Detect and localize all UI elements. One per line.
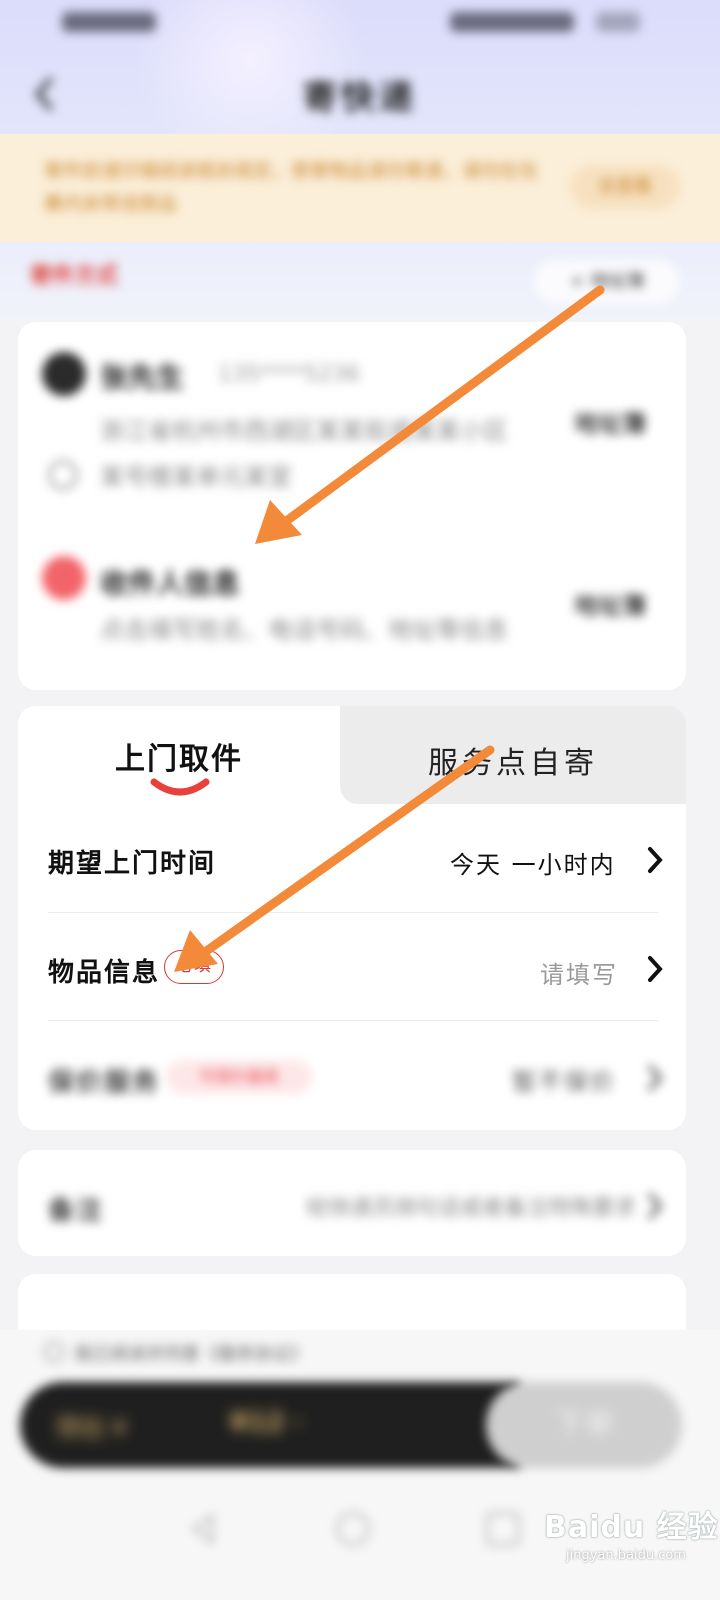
watermark-url: jingyan.baidu.com <box>566 1548 686 1563</box>
insurance-tag: 可保价最高 <box>166 1060 312 1094</box>
required-badge: 必填 <box>164 950 224 984</box>
tab-self-send-label: 服务点自寄 <box>428 746 598 781</box>
watermark-logo: Baidu 经验 <box>544 1510 719 1545</box>
insurance-value: 暂不保价 <box>512 1068 616 1096</box>
item-info-label: 物品信息 <box>48 958 161 988</box>
chevron-right-icon <box>648 847 663 873</box>
sender-address-book-link[interactable]: 地址簿 <box>574 404 646 439</box>
divider <box>48 1020 658 1021</box>
address-section-label: 寄件方式 <box>30 264 119 289</box>
receiver-icon <box>42 556 86 600</box>
extra-card <box>18 1274 686 1334</box>
agreement-checkbox[interactable] <box>44 1342 64 1362</box>
notice-button[interactable]: 去查看 <box>570 165 680 209</box>
price-label: 预估 ¥ <box>56 1414 127 1442</box>
item-info-value: 请填写 <box>540 961 618 989</box>
chevron-right-icon <box>648 956 663 982</box>
remark-label: 备注 <box>48 1196 105 1226</box>
sender-address[interactable]: 浙江省杭州市西湖区某某街道某某小区某号楼某单元某室 <box>100 408 520 500</box>
receiver-address-book-link[interactable]: 地址簿 <box>574 586 646 621</box>
remark-value: 给快递员捎句话或者备注特殊要求 <box>306 1196 637 1221</box>
receiver-hint[interactable]: 点击填写姓名、电话号码、地址等信息 <box>100 610 508 645</box>
system-home-icon[interactable] <box>336 1512 370 1546</box>
signal-icon <box>62 12 156 32</box>
status-icons <box>450 12 574 32</box>
sender-icon <box>42 352 86 396</box>
system-recents-icon[interactable] <box>486 1512 520 1546</box>
price-value: ¥12 · <box>230 1408 304 1438</box>
page-title: 寄快递 <box>303 78 417 118</box>
swap-icon[interactable] <box>48 460 78 490</box>
submit-button[interactable]: 下单 <box>486 1382 682 1468</box>
pickup-time-value: 今天 一小时内 <box>450 851 616 879</box>
pickup-time-label: 期望上门时间 <box>48 849 217 879</box>
receiver-name[interactable]: 收件人信息 <box>100 562 240 602</box>
address-book-button[interactable]: + 地址簿 <box>534 260 680 304</box>
notice-text: 寄件前请仔细阅读相关规定，禁寄物品请勿寄递，请勿在包裹内夹带违禁品 <box>44 160 539 215</box>
sender-phone: 135****5236 <box>218 362 360 387</box>
battery-icon <box>596 12 640 32</box>
sender-name[interactable]: 张先生 <box>100 356 184 396</box>
agreement-text[interactable]: 我已阅读并同意《服务协议》 <box>74 1340 308 1366</box>
status-bar <box>0 0 720 50</box>
tab-active-indicator <box>150 778 210 796</box>
chevron-right-icon <box>648 1193 663 1219</box>
insurance-label: 保价服务 <box>48 1068 161 1098</box>
divider <box>48 912 658 913</box>
tab-door-pickup-label: 上门取件 <box>115 742 243 777</box>
chevron-right-icon <box>648 1065 663 1091</box>
system-back-icon[interactable] <box>186 1512 220 1546</box>
